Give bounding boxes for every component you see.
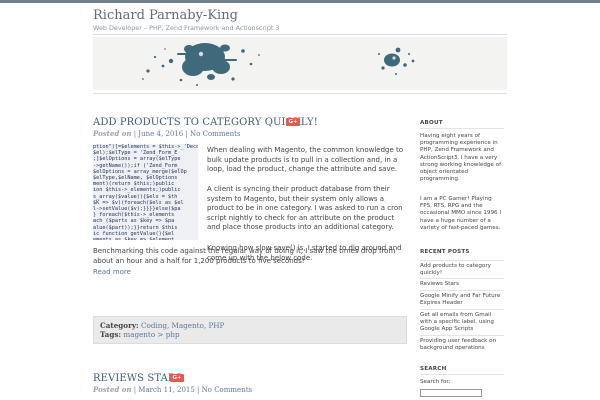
search-input[interactable] <box>420 389 482 397</box>
ink-splash-image <box>142 43 415 86</box>
tag-links[interactable]: magento > php <box>123 330 179 339</box>
site-description: Web Developer – PHP, Zend Framework and … <box>93 24 280 32</box>
search-label: Search for: <box>420 379 451 385</box>
header-banner <box>93 37 507 90</box>
category-label: Category: <box>100 321 139 330</box>
meta-separator: | <box>133 130 137 138</box>
site-title[interactable]: Richard Parnaby-King <box>93 8 238 23</box>
sidebar: ABOUT Having eight years of programming … <box>416 112 506 400</box>
post-date-link[interactable]: March 11, 2015 <box>138 386 195 394</box>
google-plus-icon[interactable]: G+ <box>170 374 184 382</box>
meta-separator: | <box>185 130 188 138</box>
posted-on-label: Posted on <box>93 385 132 394</box>
sidebar-divider <box>420 374 504 375</box>
sidebar-heading-search: SEARCH <box>420 366 447 372</box>
about-text: I am a PC Gamer! Playing FPS, RTS, RPG a… <box>420 196 502 231</box>
code-screenshot-image: ption")]=$elements = $this->_'Decora $el)… <box>93 144 198 240</box>
sidebar-heading-recent-posts: RECENT POSTS <box>420 249 470 255</box>
sidebar-divider <box>420 128 504 129</box>
code-line: ements as $key => $element <box>93 237 198 240</box>
recent-post-link[interactable]: Providing user feedback on background op… <box>420 335 504 352</box>
post-paragraph: A client is syncing their product databa… <box>207 185 403 232</box>
recent-post-link[interactable]: Get all emails from Gmail with a specifi… <box>420 309 504 334</box>
recent-post-link[interactable]: Reviews Stars <box>420 278 504 288</box>
tags-line: Tags: magento > php <box>100 330 180 339</box>
post-taxonomy-box: Category: Coding, Magento, PHP Tags: mag… <box>93 316 407 344</box>
post-paragraph: Benchmarking this code against the regul… <box>93 247 396 265</box>
google-plus-icon[interactable]: G+ <box>286 118 300 126</box>
comments-link[interactable]: No Comments <box>190 130 240 138</box>
tags-label: Tags: <box>100 330 122 339</box>
posted-on-label: Posted on <box>93 129 132 138</box>
meta-separator: | <box>133 386 137 394</box>
sidebar-heading-about: ABOUT <box>420 120 443 126</box>
post-date-link[interactable]: June 4, 2016 <box>138 130 183 138</box>
post-meta: Posted on | March 11, 2015 | No Comments <box>93 385 252 394</box>
category-line: Category: Coding, Magento, PHP <box>100 321 224 330</box>
post-meta: Posted on | June 4, 2016 | No Comments <box>93 129 241 138</box>
recent-post-link[interactable]: Add products to category quickly! <box>420 260 504 277</box>
category-links[interactable]: Coding, Magento, PHP <box>141 321 224 330</box>
comments-link[interactable]: No Comments <box>202 386 252 394</box>
about-text: Having eight years of programming experi… <box>420 133 502 183</box>
header-divider <box>93 34 507 35</box>
banner-divider <box>93 93 507 94</box>
top-border <box>0 0 600 3</box>
post-title[interactable]: ADD PRODUCTS TO CATEGORY QUICKLY! <box>93 117 318 128</box>
meta-separator: | <box>197 386 200 394</box>
post-paragraph: When dealing with Magento, the common kn… <box>207 146 404 174</box>
recent-post-link[interactable]: Google Minify and Far Future Expires Hea… <box>420 290 504 307</box>
read-more-link[interactable]: Read more <box>93 268 131 276</box>
